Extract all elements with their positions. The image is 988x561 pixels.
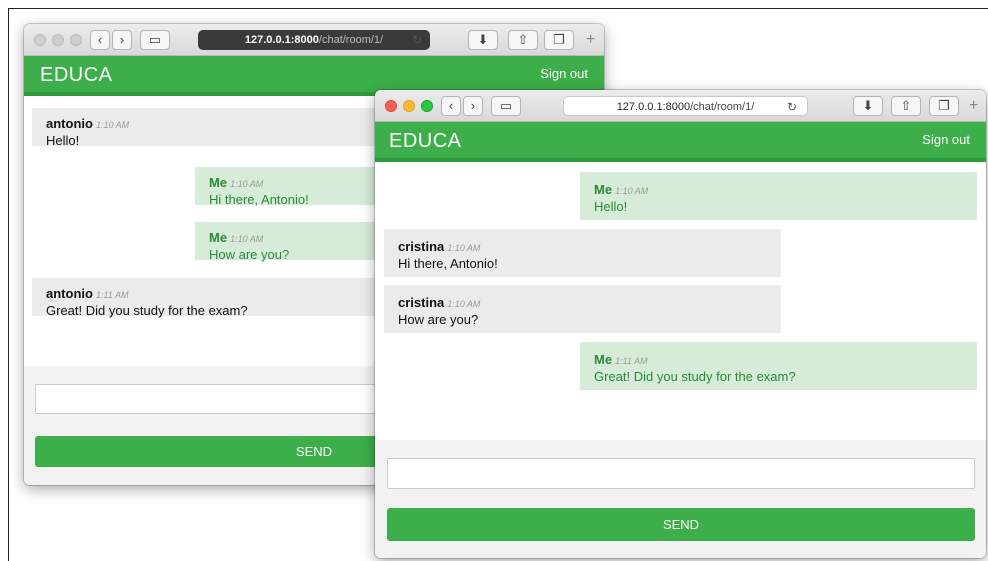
chat-message: Me 1:10 AM Hello! [580, 172, 977, 220]
minimize-window-button[interactable] [52, 34, 64, 46]
forward-icon[interactable]: › [112, 30, 132, 50]
message-sender: antonio [46, 116, 93, 131]
close-window-button[interactable] [385, 100, 397, 112]
message-sender: Me [594, 352, 613, 367]
message-time: 1:11 AM [95, 290, 129, 300]
sidebar-icon[interactable]: ▭ [140, 30, 170, 50]
download-icon[interactable]: ⬇ [853, 96, 883, 116]
message-text: How are you? [398, 312, 479, 327]
chat-message: Me 1:11 AM Great! Did you study for the e… [580, 342, 977, 390]
message-text: Hello! [594, 199, 628, 214]
brand-logo[interactable]: EDUCA [40, 64, 113, 87]
url-host: 127.0.0.1:8000 [616, 101, 691, 113]
reload-icon[interactable]: ↻ [787, 97, 797, 117]
message-sender: cristina [398, 239, 445, 254]
minimize-window-button[interactable] [403, 100, 415, 112]
message-sender: Me [209, 230, 228, 245]
share-icon[interactable]: ⇧ [891, 96, 921, 116]
new-tab-icon[interactable]: + [586, 32, 595, 48]
url-path: /chat/room/1/ [318, 34, 384, 46]
message-time: 1:10 AM [230, 179, 264, 189]
message-composer: SEND [375, 440, 986, 558]
new-tab-icon[interactable]: + [969, 98, 978, 114]
message-time: 1:10 AM [447, 243, 481, 253]
message-sender: cristina [398, 295, 445, 310]
message-time: 1:10 AM [447, 299, 481, 309]
message-sender: Me [594, 182, 613, 197]
share-icon[interactable]: ⇧ [508, 30, 538, 50]
tabs-icon[interactable]: ❐ [929, 96, 959, 116]
brand-logo[interactable]: EDUCA [389, 130, 462, 153]
back-icon[interactable]: ‹ [90, 30, 110, 50]
zoom-window-button[interactable] [70, 34, 82, 46]
message-time: 1:11 AM [615, 356, 648, 366]
frame-border-top [8, 8, 988, 9]
chat-message: cristina 1:10 AM Hi there, Antonio! [384, 229, 781, 277]
url-host: 127.0.0.1:8000 [244, 34, 319, 46]
message-time: 1:10 AM [95, 120, 130, 130]
browser-titlebar: ‹ › ▭ 127.0.0.1:8000/chat/room/1/ ↻ ⬇ ⇧ … [24, 24, 604, 56]
message-sender: Me [209, 175, 228, 190]
message-input[interactable] [387, 458, 975, 489]
address-bar[interactable]: 127.0.0.1:8000/chat/room/1/ ↻ [563, 96, 808, 116]
browser-window-cristina: ‹ › ▭ 127.0.0.1:8000/chat/room/1/ ↻ ⬇ ⇧ … [375, 90, 986, 558]
forward-icon[interactable]: › [463, 96, 483, 116]
url-path: /chat/room/1/ [690, 101, 755, 113]
tabs-icon[interactable]: ❐ [544, 30, 574, 50]
browser-titlebar: ‹ › ▭ 127.0.0.1:8000/chat/room/1/ ↻ ⬇ ⇧ … [375, 90, 986, 122]
download-icon[interactable]: ⬇ [468, 30, 498, 50]
sign-out-link[interactable]: Sign out [922, 132, 970, 147]
back-icon[interactable]: ‹ [441, 96, 461, 116]
message-text: Hi there, Antonio! [398, 256, 498, 271]
chat-message: cristina 1:10 AM How are you? [384, 285, 781, 333]
send-button[interactable]: SEND [387, 508, 975, 541]
frame-border-left [8, 8, 9, 561]
sidebar-icon[interactable]: ▭ [491, 96, 521, 116]
zoom-window-button[interactable] [421, 100, 433, 112]
message-time: 1:10 AM [615, 186, 649, 196]
message-time: 1:10 AM [230, 234, 264, 244]
message-sender: antonio [46, 286, 93, 301]
address-bar[interactable]: 127.0.0.1:8000/chat/room/1/ ↻ [198, 30, 430, 50]
app-header: EDUCA Sign out [375, 122, 986, 162]
reload-icon[interactable]: ↻ [412, 30, 422, 50]
message-text: Great! Did you study for the exam? [594, 369, 796, 384]
close-window-button[interactable] [34, 34, 46, 46]
sign-out-link[interactable]: Sign out [540, 66, 588, 81]
